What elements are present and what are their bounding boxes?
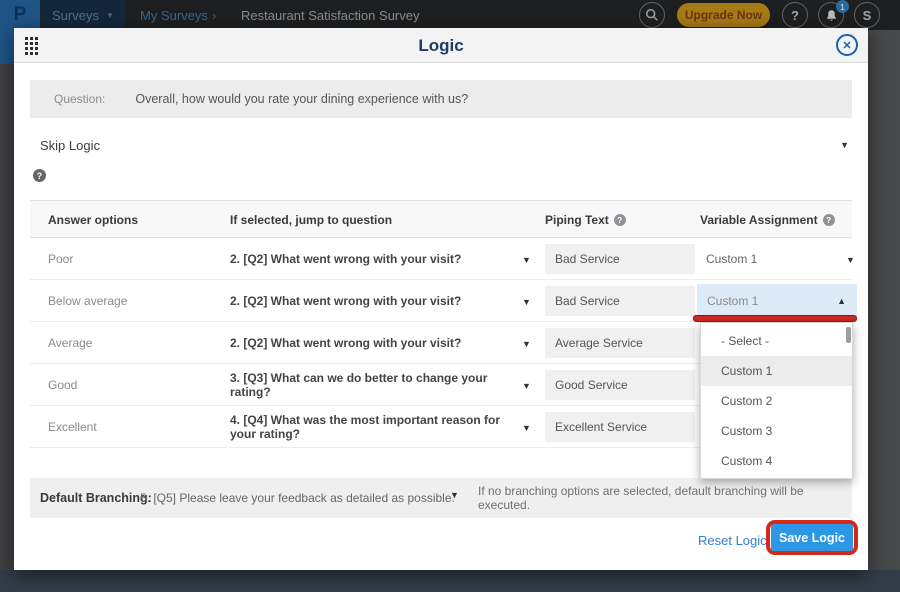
chevron-down-icon[interactable]: ▼ bbox=[846, 255, 855, 265]
drag-handle-icon[interactable] bbox=[25, 37, 39, 56]
header-answer-options: Answer options bbox=[48, 201, 138, 239]
screen: P Surveys ▼ My Surveys › Restaurant Sati… bbox=[0, 0, 900, 592]
logic-type-select[interactable]: Skip Logic ▼ bbox=[30, 128, 852, 162]
breadcrumb-my-surveys[interactable]: My Surveys bbox=[140, 0, 208, 30]
chevron-down-icon[interactable]: ▼ bbox=[522, 297, 531, 307]
nav-surveys-menu[interactable]: Surveys ▼ bbox=[52, 0, 114, 30]
logic-type-label: Skip Logic bbox=[40, 138, 100, 153]
jump-question-select[interactable]: 3. [Q3] What can we do better to change … bbox=[230, 364, 522, 406]
table-row: Poor 2. [Q2] What went wrong with your v… bbox=[30, 238, 852, 280]
chevron-down-icon[interactable]: ▼ bbox=[522, 255, 531, 265]
variable-dropdown-panel: - Select - Custom 1 Custom 2 Custom 3 Cu… bbox=[700, 322, 853, 479]
variable-assignment-select-open[interactable]: Custom 1 ▲ bbox=[697, 284, 857, 317]
annotation-ring: Save Logic bbox=[766, 520, 858, 555]
piping-text-help-icon[interactable]: ? bbox=[614, 214, 626, 226]
piping-text-input[interactable] bbox=[545, 244, 695, 274]
answer-option-label: Average bbox=[48, 322, 92, 364]
answer-option-label: Good bbox=[48, 364, 77, 406]
close-icon: ✕ bbox=[842, 39, 851, 52]
chevron-down-icon[interactable]: ▼ bbox=[522, 339, 531, 349]
dropdown-option-custom4[interactable]: Custom 4 bbox=[701, 446, 852, 476]
question-mark-glyph: ? bbox=[37, 171, 43, 181]
default-branching-label: Default Branching: bbox=[40, 478, 152, 518]
save-logic-button[interactable]: Save Logic bbox=[771, 524, 853, 551]
chevron-up-icon: ▲ bbox=[837, 296, 846, 306]
bell-icon bbox=[825, 9, 838, 22]
header-jump-to-question: If selected, jump to question bbox=[230, 201, 392, 239]
jump-question-select[interactable]: 2. [Q2] What went wrong with your visit? bbox=[230, 238, 522, 280]
annotation-underline bbox=[693, 315, 857, 322]
chevron-down-icon: ▼ bbox=[840, 140, 849, 150]
modal-header: Logic ✕ bbox=[14, 28, 868, 63]
dropdown-option-custom2[interactable]: Custom 2 bbox=[701, 386, 852, 416]
question-mark-icon: ? bbox=[791, 8, 799, 23]
table-header-row: Answer options If selected, jump to ques… bbox=[30, 200, 852, 238]
jump-question-select[interactable]: 4. [Q4] What was the most important reas… bbox=[230, 406, 522, 448]
dropdown-option-custom1[interactable]: Custom 1 bbox=[701, 356, 852, 386]
breadcrumb-separator-icon: › bbox=[212, 0, 216, 30]
piping-text-input[interactable] bbox=[545, 328, 695, 358]
piping-text-input[interactable] bbox=[545, 370, 695, 400]
default-branching-select[interactable]: 5. [Q5] Please leave your feedback as de… bbox=[140, 478, 455, 518]
chevron-down-icon: ▼ bbox=[106, 11, 114, 20]
proprofs-logo: P bbox=[14, 4, 27, 26]
upgrade-now-button[interactable]: Upgrade Now bbox=[677, 3, 770, 27]
question-label: Question: bbox=[54, 92, 105, 106]
nav-surveys-label: Surveys bbox=[52, 8, 99, 23]
chevron-down-icon[interactable]: ▼ bbox=[522, 381, 531, 391]
search-icon bbox=[645, 8, 659, 22]
piping-text-input[interactable] bbox=[545, 286, 695, 316]
selected-variable-value: Custom 1 bbox=[707, 294, 758, 308]
answer-option-label: Excellent bbox=[48, 406, 97, 448]
dropdown-scrollbar[interactable] bbox=[846, 327, 851, 343]
chevron-down-icon[interactable]: ▼ bbox=[522, 423, 531, 433]
notification-count-badge: 1 bbox=[836, 0, 849, 13]
answer-option-label: Below average bbox=[48, 280, 127, 322]
header-piping-text: Piping Text ? bbox=[545, 201, 626, 239]
modal-title: Logic bbox=[14, 28, 868, 63]
avatar[interactable]: S bbox=[854, 2, 880, 28]
dropdown-option-select[interactable]: - Select - bbox=[701, 326, 852, 356]
default-branching-note: If no branching options are selected, de… bbox=[478, 478, 852, 518]
help-button[interactable]: ? bbox=[782, 2, 808, 28]
variable-assignment-select[interactable]: Custom 1 bbox=[706, 238, 757, 280]
close-button[interactable]: ✕ bbox=[836, 34, 858, 56]
jump-question-select[interactable]: 2. [Q2] What went wrong with your visit? bbox=[230, 280, 522, 322]
breadcrumb-current: Restaurant Satisfaction Survey bbox=[241, 0, 419, 30]
sidebar-edge bbox=[0, 64, 14, 592]
piping-text-input[interactable] bbox=[545, 412, 695, 442]
search-button[interactable] bbox=[639, 2, 665, 28]
variable-assignment-help-icon[interactable]: ? bbox=[823, 214, 835, 226]
default-branching-bar: Default Branching: 5. [Q5] Please leave … bbox=[30, 478, 852, 518]
logic-modal: Logic ✕ Question: Overall, how would you… bbox=[14, 28, 868, 570]
app-logo-tile[interactable]: P bbox=[0, 0, 40, 30]
chevron-down-icon[interactable]: ▼ bbox=[450, 490, 459, 500]
skip-logic-help-icon[interactable]: ? bbox=[33, 169, 46, 182]
top-bar: P Surveys ▼ My Surveys › Restaurant Sati… bbox=[0, 0, 900, 30]
question-text: Overall, how would you rate your dining … bbox=[135, 92, 468, 106]
modal-backdrop-bottom bbox=[0, 570, 900, 592]
sidebar-logo-edge bbox=[0, 30, 14, 64]
answer-option-label: Poor bbox=[48, 238, 73, 280]
jump-question-select[interactable]: 2. [Q2] What went wrong with your visit? bbox=[230, 322, 522, 364]
header-variable-assignment: Variable Assignment ? bbox=[700, 201, 835, 239]
question-box: Question: Overall, how would you rate yo… bbox=[30, 80, 852, 118]
dropdown-option-custom3[interactable]: Custom 3 bbox=[701, 416, 852, 446]
avatar-initial: S bbox=[863, 8, 872, 23]
reset-logic-link[interactable]: Reset Logic bbox=[698, 533, 767, 548]
